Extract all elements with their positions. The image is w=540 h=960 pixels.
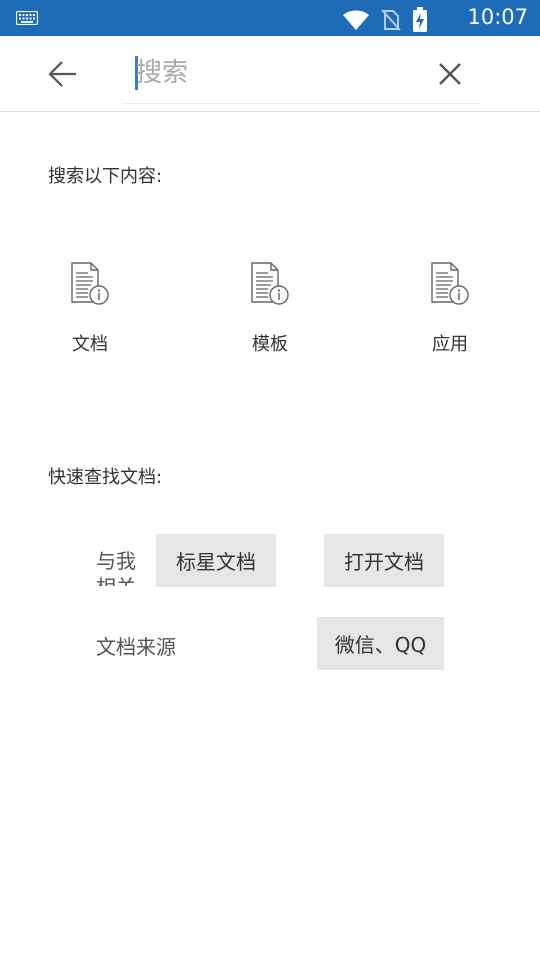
wifi-icon <box>343 10 369 30</box>
wechat-qq-button[interactable]: 微信、QQ <box>317 617 444 670</box>
close-icon <box>439 63 461 85</box>
document-info-icon <box>431 262 469 305</box>
opened-documents-button[interactable]: 打开文档 <box>324 534 444 587</box>
battery-charging-icon <box>413 7 427 32</box>
category-label: 文档 <box>72 334 108 355</box>
search-input[interactable] <box>136 54 416 92</box>
status-time: 10:07 <box>467 5 528 29</box>
search-bar <box>0 36 540 112</box>
document-info-icon <box>251 262 289 305</box>
quick-find-title: 快速查找文档: <box>48 467 163 488</box>
search-field[interactable] <box>122 50 480 104</box>
category-templates[interactable]: 模板 <box>220 262 320 362</box>
document-source-label: 文档来源 <box>96 635 176 659</box>
back-button[interactable] <box>40 54 86 94</box>
status-bar: 10:07 <box>0 0 540 36</box>
category-label: 应用 <box>432 334 468 355</box>
related-to-me-label: 与我相关 <box>96 549 136 586</box>
keyboard-icon <box>16 11 38 25</box>
arrow-left-icon <box>48 61 76 87</box>
clear-button[interactable] <box>432 56 468 92</box>
no-sim-icon <box>381 9 401 31</box>
category-label: 模板 <box>252 334 288 355</box>
category-apps[interactable]: 应用 <box>400 262 500 362</box>
category-documents[interactable]: 文档 <box>40 262 140 362</box>
starred-documents-button[interactable]: 标星文档 <box>156 534 276 587</box>
search-scope-title: 搜索以下内容: <box>48 166 163 187</box>
document-info-icon <box>71 262 109 305</box>
